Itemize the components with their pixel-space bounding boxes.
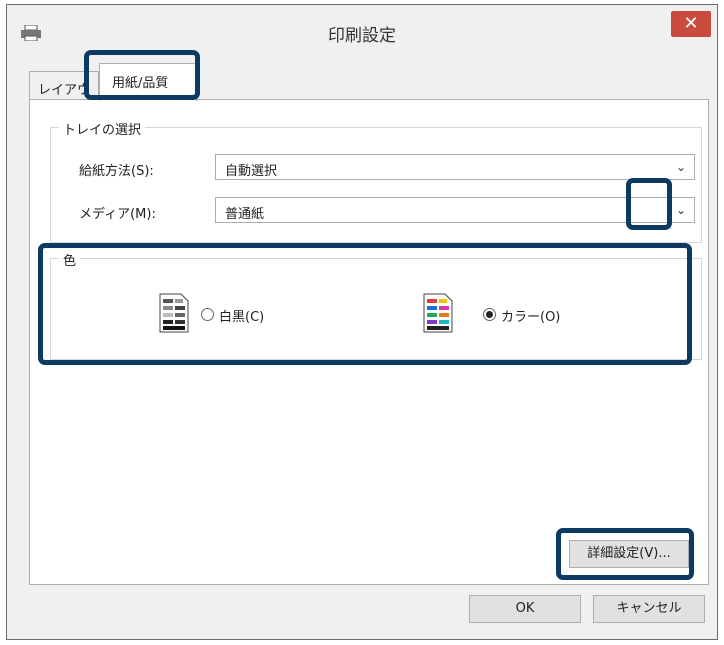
media-label: メディア(M): [79, 207, 156, 222]
tray-group-legend: トレイの選択 [59, 119, 146, 138]
advanced-button-highlight-callout [556, 528, 694, 580]
media-dropdown-highlight-callout [626, 178, 672, 230]
paper-source-value: 自動選択 [225, 164, 278, 179]
chevron-down-icon[interactable]: ⌄ [676, 203, 686, 217]
paper-source-label: 給紙方法(S): [79, 164, 154, 179]
tab-highlight-callout [84, 50, 200, 100]
cancel-button[interactable]: キャンセル [593, 595, 705, 623]
tray-selection-group: トレイの選択 給紙方法(S): 自動選択 ⌄ メディア(M): 普通紙 ⌄ [50, 119, 702, 243]
close-button[interactable]: ✕ [671, 11, 711, 37]
ok-button[interactable]: OK [469, 595, 581, 623]
paper-source-select[interactable]: 自動選択 ⌄ [215, 154, 695, 180]
color-group-highlight-callout [38, 243, 692, 365]
window-title: 印刷設定 [328, 26, 396, 46]
media-select[interactable]: 普通紙 ⌄ [215, 197, 695, 223]
chevron-down-icon[interactable]: ⌄ [676, 160, 686, 174]
media-value: 普通紙 [225, 207, 265, 222]
